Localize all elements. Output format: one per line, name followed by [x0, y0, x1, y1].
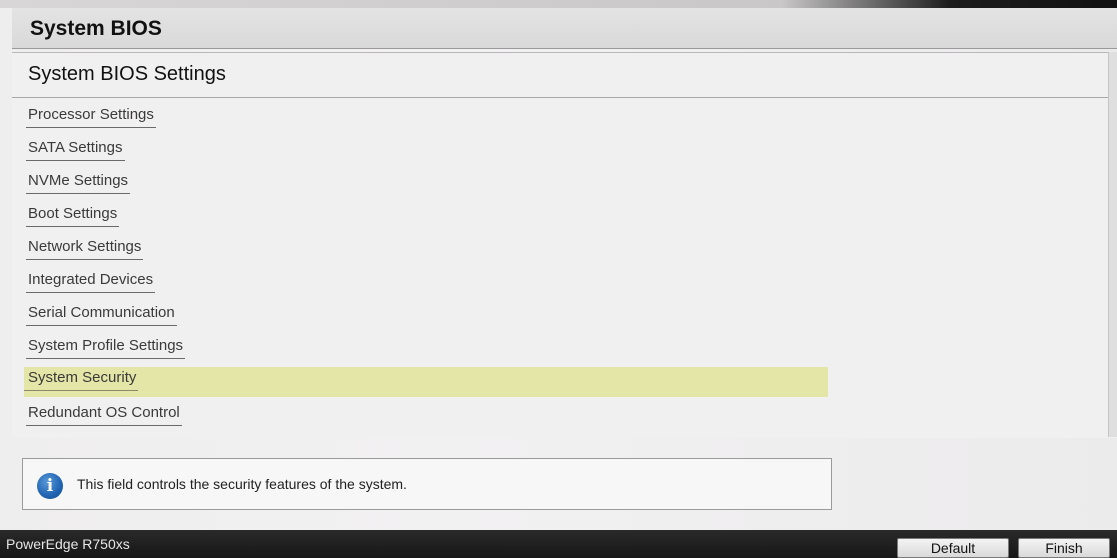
menu-item-label: SATA Settings — [26, 137, 125, 161]
help-box: i This field controls the security featu… — [22, 458, 832, 510]
info-icon: i — [37, 473, 63, 499]
menu-item-system-security[interactable]: System Security — [24, 367, 828, 397]
menu-item-label: Integrated Devices — [26, 269, 156, 293]
footer-bar: PowerEdge R750xs Default Finish — [0, 530, 1117, 558]
menu-item-label: Serial Communication — [26, 302, 177, 326]
title-bar: System BIOS — [12, 8, 1117, 49]
screen-bezel — [0, 0, 1117, 8]
menu-item-redundant-os-control[interactable]: Redundant OS Control — [26, 402, 182, 428]
menu-item-label: System Security — [24, 367, 139, 391]
divider — [12, 97, 1117, 98]
scrollbar[interactable] — [1108, 52, 1117, 437]
menu-item-label: System Profile Settings — [26, 335, 186, 359]
menu-item-sata-settings[interactable]: SATA Settings — [26, 137, 125, 163]
menu-item-nvme-settings[interactable]: NVMe Settings — [26, 170, 131, 196]
help-text: This field controls the security feature… — [77, 476, 407, 492]
menu-item-boot-settings[interactable]: Boot Settings — [26, 203, 120, 229]
menu-item-integrated-devices[interactable]: Integrated Devices — [26, 269, 156, 295]
menu-item-system-profile-settings[interactable]: System Profile Settings — [26, 335, 186, 361]
menu-item-network-settings[interactable]: Network Settings — [26, 236, 144, 262]
menu-item-label: NVMe Settings — [26, 170, 131, 194]
finish-button[interactable]: Finish — [1018, 538, 1110, 558]
menu-item-label: Network Settings — [26, 236, 144, 260]
menu-item-label: Redundant OS Control — [26, 402, 182, 426]
page-title: System BIOS Settings — [28, 63, 226, 85]
menu-item-processor-settings[interactable]: Processor Settings — [26, 104, 156, 130]
window-title: System BIOS — [30, 17, 162, 40]
default-button[interactable]: Default — [897, 538, 1009, 558]
model-label: PowerEdge R750xs — [6, 536, 130, 552]
menu-item-serial-communication[interactable]: Serial Communication — [26, 302, 177, 328]
menu-item-label: Boot Settings — [26, 203, 120, 227]
bios-screen: System BIOS System BIOS Settings Process… — [0, 0, 1117, 558]
menu-item-label: Processor Settings — [26, 104, 156, 128]
